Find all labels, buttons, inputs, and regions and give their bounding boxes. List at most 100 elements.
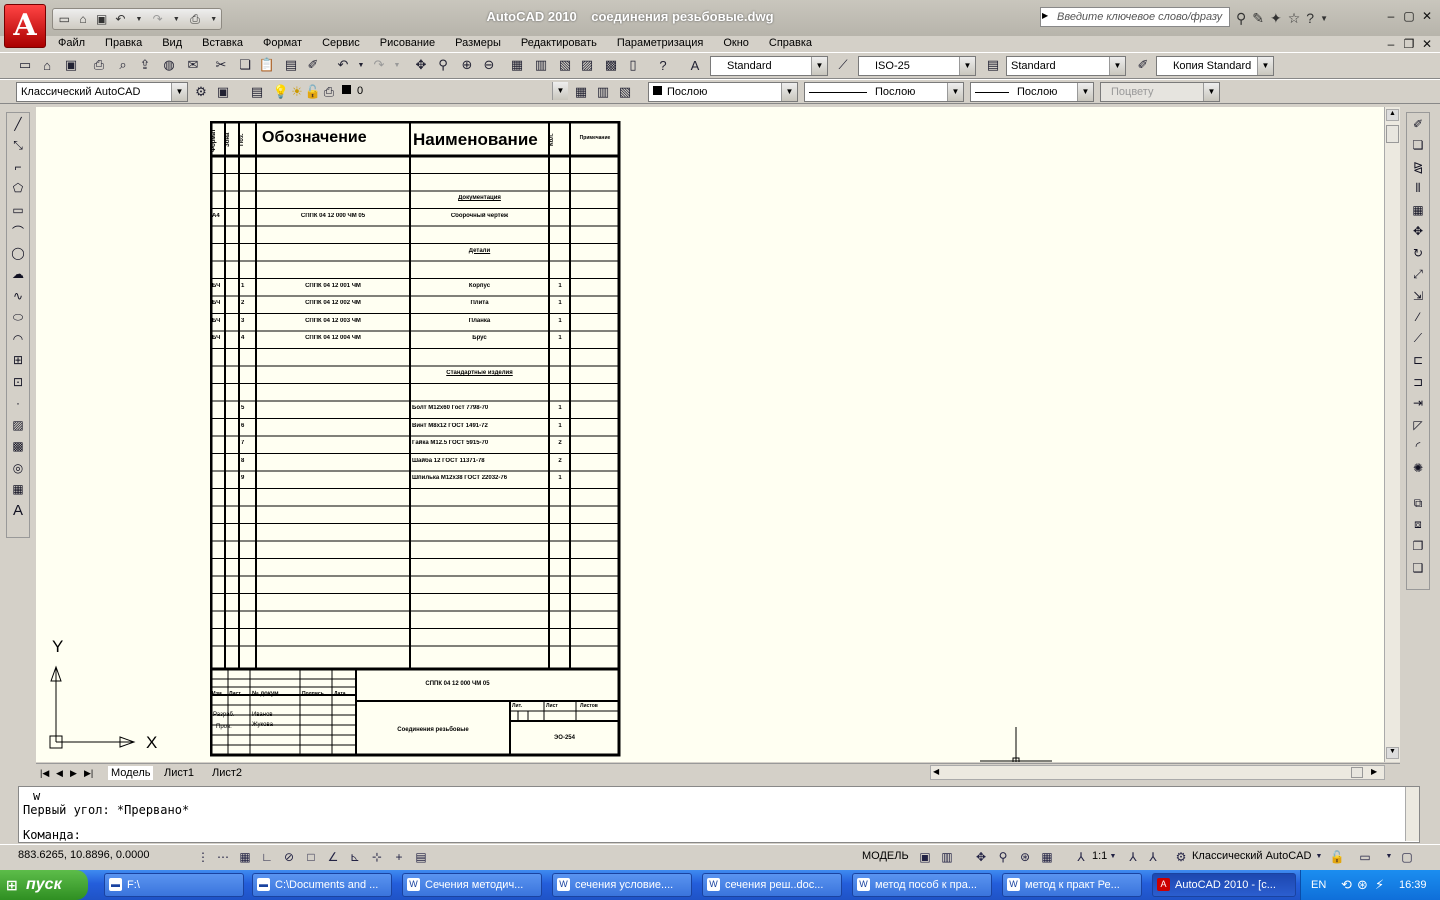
search-expand-icon[interactable]: ▶ bbox=[1042, 11, 1048, 20]
menu-format[interactable]: Формат bbox=[253, 36, 312, 52]
taskbar-item-explorer-f[interactable]: ▬ F:\ bbox=[104, 873, 244, 897]
vertical-scrollbar[interactable]: ▲ ▼ bbox=[1384, 107, 1400, 762]
pan-icon[interactable]: ✥ bbox=[972, 848, 990, 866]
linetype-select[interactable]: Послою ▼ bbox=[804, 82, 964, 102]
taskbar-item-autocad[interactable]: A AutoCAD 2010 - [с... bbox=[1152, 873, 1296, 897]
chevron-down-icon[interactable]: ▼ bbox=[1109, 57, 1125, 75]
design-center-icon[interactable]: ▥ bbox=[532, 56, 550, 74]
layer-select[interactable]: 0 ▼ bbox=[338, 82, 568, 102]
table-icon[interactable]: ▦ bbox=[7, 479, 29, 501]
workspace-gear-icon[interactable]: ⚙ bbox=[1172, 848, 1190, 866]
redo-icon[interactable]: ↷ bbox=[150, 11, 165, 27]
application-menu-button[interactable]: A bbox=[4, 4, 46, 48]
hardware-acceleration-icon[interactable]: ▭ bbox=[1356, 848, 1374, 866]
scroll-down-icon[interactable]: ▼ bbox=[1386, 747, 1399, 759]
rotate-icon[interactable]: ↻ bbox=[1407, 242, 1429, 264]
draworder-under-icon[interactable]: ❑ bbox=[1407, 557, 1429, 579]
menu-window[interactable]: Окно bbox=[713, 36, 759, 52]
chevron-down-icon[interactable]: ▼ bbox=[811, 57, 827, 75]
rectangle-icon[interactable]: ▭ bbox=[7, 199, 29, 221]
object-snap-tracking-icon[interactable]: ∠ bbox=[324, 848, 342, 866]
ellipse-icon[interactable]: ⬭ bbox=[7, 307, 29, 329]
explode-icon[interactable]: ✺ bbox=[1407, 457, 1429, 479]
quick-view-layouts-icon[interactable]: ▣ bbox=[916, 848, 934, 866]
tab-next-icon[interactable]: ▶ bbox=[70, 766, 77, 780]
scroll-thumb[interactable] bbox=[1386, 125, 1399, 143]
help-chevron-icon[interactable]: ▼ bbox=[1320, 14, 1328, 23]
text-style-icon[interactable]: A bbox=[686, 56, 704, 74]
scroll-up-icon[interactable]: ▲ bbox=[1386, 109, 1399, 121]
tab-layout1[interactable]: Лист1 bbox=[164, 766, 194, 780]
auto-scale-icon[interactable]: ⅄ bbox=[1144, 848, 1162, 866]
command-line[interactable]: w Первый угол: *Прервано* Команда: bbox=[18, 786, 1420, 843]
quick-properties-icon[interactable]: ▤ bbox=[412, 848, 430, 866]
taskbar-item-documents[interactable]: ▬ C:\Documents and ... bbox=[252, 873, 392, 897]
menu-insert[interactable]: Вставка bbox=[192, 36, 253, 52]
tab-layout2[interactable]: Лист2 bbox=[212, 766, 242, 780]
doc-close-icon[interactable]: ✕ bbox=[1420, 37, 1434, 51]
insert-block-icon[interactable]: ⊞ bbox=[7, 350, 29, 372]
hatch-icon[interactable]: ▨ bbox=[7, 414, 29, 436]
layer-properties-icon[interactable]: ▤ bbox=[248, 83, 266, 101]
revision-cloud-icon[interactable]: ☁ bbox=[7, 264, 29, 286]
draworder-above-icon[interactable]: ❐ bbox=[1407, 536, 1429, 558]
undo-icon[interactable]: ↶ bbox=[334, 56, 352, 74]
lineweight-display-icon[interactable]: + bbox=[390, 848, 408, 866]
menu-tools[interactable]: Сервис bbox=[312, 36, 370, 52]
menu-file[interactable]: Файл bbox=[48, 36, 95, 52]
clean-screen-icon[interactable]: ▢ bbox=[1398, 848, 1416, 866]
quick-view-drawings-icon[interactable]: ▥ bbox=[938, 848, 956, 866]
command-scrollbar[interactable] bbox=[1405, 787, 1419, 841]
table-style-icon[interactable]: ▤ bbox=[984, 56, 1002, 74]
stretch-icon[interactable]: ⇲ bbox=[1407, 285, 1429, 307]
toolbar-lock-icon[interactable]: 🔓 bbox=[1328, 848, 1346, 866]
menu-parametric[interactable]: Параметризация bbox=[607, 36, 713, 52]
infer-constraints-icon[interactable]: ⋮ bbox=[194, 848, 212, 866]
workspace-select[interactable]: Классический AutoCAD ▼ bbox=[16, 82, 188, 102]
usb-icon[interactable]: ⚡ bbox=[1375, 870, 1384, 900]
showmotion-icon[interactable]: ▦ bbox=[1038, 848, 1056, 866]
calculator-icon[interactable]: ▯ bbox=[624, 56, 642, 74]
zoom-previous-icon[interactable]: ⊖ bbox=[480, 56, 498, 74]
skype-icon[interactable]: ⊛ bbox=[1357, 870, 1368, 900]
dynamic-input-icon[interactable]: ⊹ bbox=[368, 848, 386, 866]
trim-icon[interactable]: ⁄ bbox=[1407, 307, 1429, 329]
taskbar-item-word-1[interactable]: W Сечения методич... bbox=[402, 873, 542, 897]
doc-restore-icon[interactable]: ❐ bbox=[1402, 37, 1416, 51]
match-properties-icon[interactable]: ▤ bbox=[282, 56, 300, 74]
fillet-icon[interactable]: ◜ bbox=[1407, 436, 1429, 458]
etransmit-icon[interactable]: ✉ bbox=[184, 56, 202, 74]
menu-view[interactable]: Вид bbox=[152, 36, 192, 52]
ortho-icon[interactable]: ∟ bbox=[258, 848, 276, 866]
search-input[interactable]: Введите ключевое слово/фразу bbox=[1040, 7, 1230, 27]
block-editor-icon[interactable]: ✐ bbox=[304, 56, 322, 74]
polyline-icon[interactable]: ⌐ bbox=[7, 156, 29, 178]
taskbar-item-word-3[interactable]: Wсечения реш..doc... bbox=[702, 873, 842, 897]
3d-dwf-icon[interactable]: ◍ bbox=[160, 56, 178, 74]
save-icon[interactable]: ▣ bbox=[62, 56, 80, 74]
annotation-visibility-icon[interactable]: ⅄ bbox=[1124, 848, 1142, 866]
print-icon[interactable]: ⎙ bbox=[188, 11, 203, 27]
tab-first-icon[interactable]: |◀ bbox=[40, 766, 49, 780]
scale-icon[interactable]: ⤢ bbox=[1407, 264, 1429, 286]
make-object-layer-current-icon[interactable]: ▦ bbox=[572, 83, 590, 101]
open-folder-icon[interactable]: ⌂ bbox=[76, 11, 91, 27]
lineweight-select[interactable]: Послою ▼ bbox=[970, 82, 1094, 102]
object-snap-icon[interactable]: □ bbox=[302, 848, 320, 866]
array-icon[interactable]: ▦ bbox=[1407, 199, 1429, 221]
mirror-icon[interactable]: ⧎ bbox=[1407, 156, 1429, 178]
properties-icon[interactable]: ▦ bbox=[508, 56, 526, 74]
extend-icon[interactable]: ⟋ bbox=[1407, 328, 1429, 350]
chevron-down-icon[interactable]: ▼ bbox=[781, 83, 797, 101]
menu-dimension[interactable]: Размеры bbox=[445, 36, 511, 52]
workspace-settings-gear-icon[interactable]: ⚙ bbox=[192, 83, 210, 101]
copy-icon[interactable]: ❏ bbox=[236, 56, 254, 74]
color-select[interactable]: Послою ▼ bbox=[648, 82, 798, 102]
redo-icon[interactable]: ↷ bbox=[370, 56, 388, 74]
menu-draw[interactable]: Рисование bbox=[370, 36, 445, 52]
snap-mode-icon[interactable]: ⋯ bbox=[214, 848, 232, 866]
multileader-style-select[interactable]: Копия Standard ▼ bbox=[1156, 56, 1274, 76]
tool-palettes-icon[interactable]: ▧ bbox=[556, 56, 574, 74]
chevron-down-icon[interactable]: ▼ bbox=[169, 11, 184, 27]
gradient-icon[interactable]: ▩ bbox=[7, 436, 29, 458]
